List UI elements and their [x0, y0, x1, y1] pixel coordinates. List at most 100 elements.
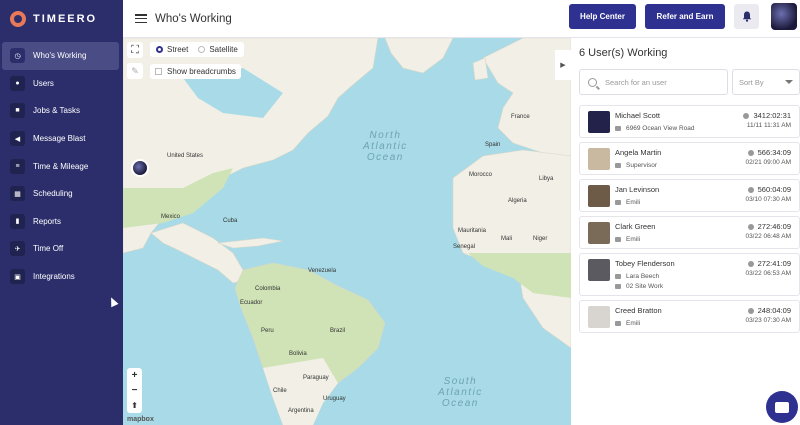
app-logo[interactable]: TIMEERO: [0, 0, 123, 38]
sidebar-item-users[interactable]: ● Users: [2, 70, 119, 98]
place-label: Bolivia: [289, 351, 307, 357]
refer-and-earn-button[interactable]: Refer and Earn: [645, 4, 725, 29]
user-card[interactable]: Michael Scott 6969 Ocean View Road 3412:…: [579, 105, 800, 138]
hamburger-menu-icon[interactable]: [135, 14, 147, 23]
fullscreen-button[interactable]: ⛶: [127, 42, 143, 58]
sidebar-item-label: Time Off: [33, 244, 64, 254]
sidebar-item-label: Integrations: [33, 272, 75, 282]
breadcrumbs-checkbox[interactable]: [155, 68, 162, 75]
breadcrumbs-toggle[interactable]: Show breadcrumbs: [150, 64, 241, 79]
sidebar-item-time-off[interactable]: ✈ Time Off: [2, 235, 119, 263]
sidebar-item-message-blast[interactable]: ◀ Message Blast: [2, 125, 119, 153]
collapse-panel-button[interactable]: ▶: [555, 50, 571, 80]
place-label: Colombia: [255, 286, 281, 292]
sidebar-item-integrations[interactable]: ▣ Integrations: [2, 263, 119, 291]
user-avatar: [588, 185, 610, 207]
user-avatar: [588, 259, 610, 281]
ocean-label-north-atlantic: North Atlantic Ocean: [363, 130, 408, 163]
sidebar-item-label: Reports: [33, 216, 62, 226]
user-duration: 272:41:09: [747, 259, 791, 268]
ocean-label-south-atlantic: South Atlantic Ocean: [438, 376, 483, 409]
sidebar-item-time-mileage[interactable]: ≡ Time & Mileage: [2, 152, 119, 180]
user-card[interactable]: Creed Bratton Emili 248:04:09 03/23 07:3…: [579, 300, 800, 333]
compass-button[interactable]: ⬆: [131, 398, 138, 413]
sidebar-item-whos-working[interactable]: ◷ Who's Working: [2, 42, 119, 70]
search-placeholder: Search for an user: [605, 77, 667, 87]
sidebar: TIMEERO ◷ Who's Working ● Users ■ Jobs &…: [0, 0, 123, 425]
help-center-button[interactable]: Help Center: [569, 4, 636, 29]
user-avatar[interactable]: [771, 3, 797, 30]
user-card[interactable]: Angela Martin Supervisor 566:34:09 02/21…: [579, 142, 800, 175]
chevron-right-icon: ▶: [560, 62, 566, 69]
zoom-in-button[interactable]: +: [132, 368, 138, 383]
map-view[interactable]: Street Satellite ⛶ ✎ Show breadcrumbs ▶ …: [123, 38, 571, 425]
sidebar-item-label: Time & Mileage: [33, 161, 89, 171]
satellite-layer-option[interactable]: Satellite: [198, 45, 238, 54]
chat-support-button[interactable]: [766, 391, 798, 423]
briefcase-icon: ■: [10, 103, 25, 119]
job-icon: [615, 200, 621, 205]
street-radio[interactable]: [156, 46, 163, 53]
megaphone-icon: ◀: [10, 131, 25, 147]
user-duration: 272:46:09: [747, 222, 791, 231]
role-icon: [615, 163, 621, 168]
clock-icon: [747, 149, 754, 156]
sidebar-item-reports[interactable]: ▮ Reports: [2, 208, 119, 236]
place-label: Argentina: [288, 408, 314, 414]
sidebar-item-jobs-tasks[interactable]: ■ Jobs & Tasks: [2, 97, 119, 125]
chevron-down-icon: [785, 80, 793, 84]
user-card[interactable]: Clark Green Emili 272:46:09 03/22 06:48 …: [579, 216, 800, 249]
user-location-pin[interactable]: [131, 159, 149, 177]
user-clock-in-time: 03/23 07:30 AM: [745, 317, 791, 324]
clock-icon: [747, 307, 754, 314]
place-label: Uruguay: [323, 396, 346, 402]
job-icon: [615, 321, 621, 326]
sidebar-item-label: Jobs & Tasks: [33, 106, 80, 116]
sidebar-nav: ◷ Who's Working ● Users ■ Jobs & Tasks ◀…: [0, 42, 123, 290]
sidebar-item-scheduling[interactable]: ▦ Scheduling: [2, 180, 119, 208]
place-label: Senegal: [453, 244, 476, 250]
user-name: Jan Levinson: [615, 185, 660, 194]
user-clock-in-time: 11/11 11:31 AM: [746, 122, 791, 129]
user-clock-in-time: 02/21 09:00 AM: [745, 159, 791, 166]
map-layer-switcher: Street Satellite: [150, 42, 244, 57]
sidebar-item-label: Scheduling: [33, 189, 73, 199]
place-label: Niger: [533, 236, 548, 242]
user-search-input[interactable]: Search for an user: [579, 69, 728, 95]
plane-icon: ✈: [10, 241, 25, 257]
user-name: Clark Green: [615, 222, 656, 231]
user-card[interactable]: Tobey Flenderson Lara Beech 02 Site Work…: [579, 253, 800, 296]
clock-icon: [743, 112, 750, 119]
place-label: Mauritania: [458, 228, 487, 234]
map-attribution[interactable]: mapbox: [127, 416, 154, 423]
top-header: Who's Working Help Center Refer and Earn: [123, 0, 800, 38]
user-detail: Supervisor: [615, 162, 657, 169]
clock-icon: ◷: [10, 48, 25, 64]
satellite-radio[interactable]: [198, 46, 206, 53]
sort-by-placeholder: Sort By: [739, 77, 764, 87]
draw-button[interactable]: ✎: [127, 63, 143, 79]
user-duration: 248:04:09: [747, 306, 791, 315]
calendar-icon: ▦: [10, 186, 25, 202]
notifications-button[interactable]: [734, 4, 759, 29]
place-label: Paraguay: [303, 375, 329, 381]
user-detail: Emili: [615, 320, 640, 327]
bell-icon: [742, 11, 751, 22]
street-layer-option[interactable]: Street: [156, 45, 188, 54]
user-avatar: [588, 222, 610, 244]
sort-by-select[interactable]: Sort By: [732, 69, 800, 95]
user-duration: 3412:02:31: [743, 111, 791, 120]
place-label: Algeria: [508, 198, 527, 204]
sidebar-item-label: Message Blast: [33, 134, 86, 144]
place-label: United States: [167, 153, 204, 159]
user-card[interactable]: Jan Levinson Emili 560:04:09 03/10 07:30…: [579, 179, 800, 212]
user-duration: 560:04:09: [747, 185, 791, 194]
search-icon: [588, 77, 597, 87]
user-detail: 02 Site Work: [615, 283, 663, 290]
zoom-out-button[interactable]: −: [132, 383, 138, 398]
chart-icon: ▮: [10, 213, 25, 229]
user-clock-in-time: 03/22 06:48 AM: [745, 233, 791, 240]
location-icon: [615, 126, 621, 131]
clock-icon: [747, 260, 754, 267]
map-land: [123, 38, 571, 425]
